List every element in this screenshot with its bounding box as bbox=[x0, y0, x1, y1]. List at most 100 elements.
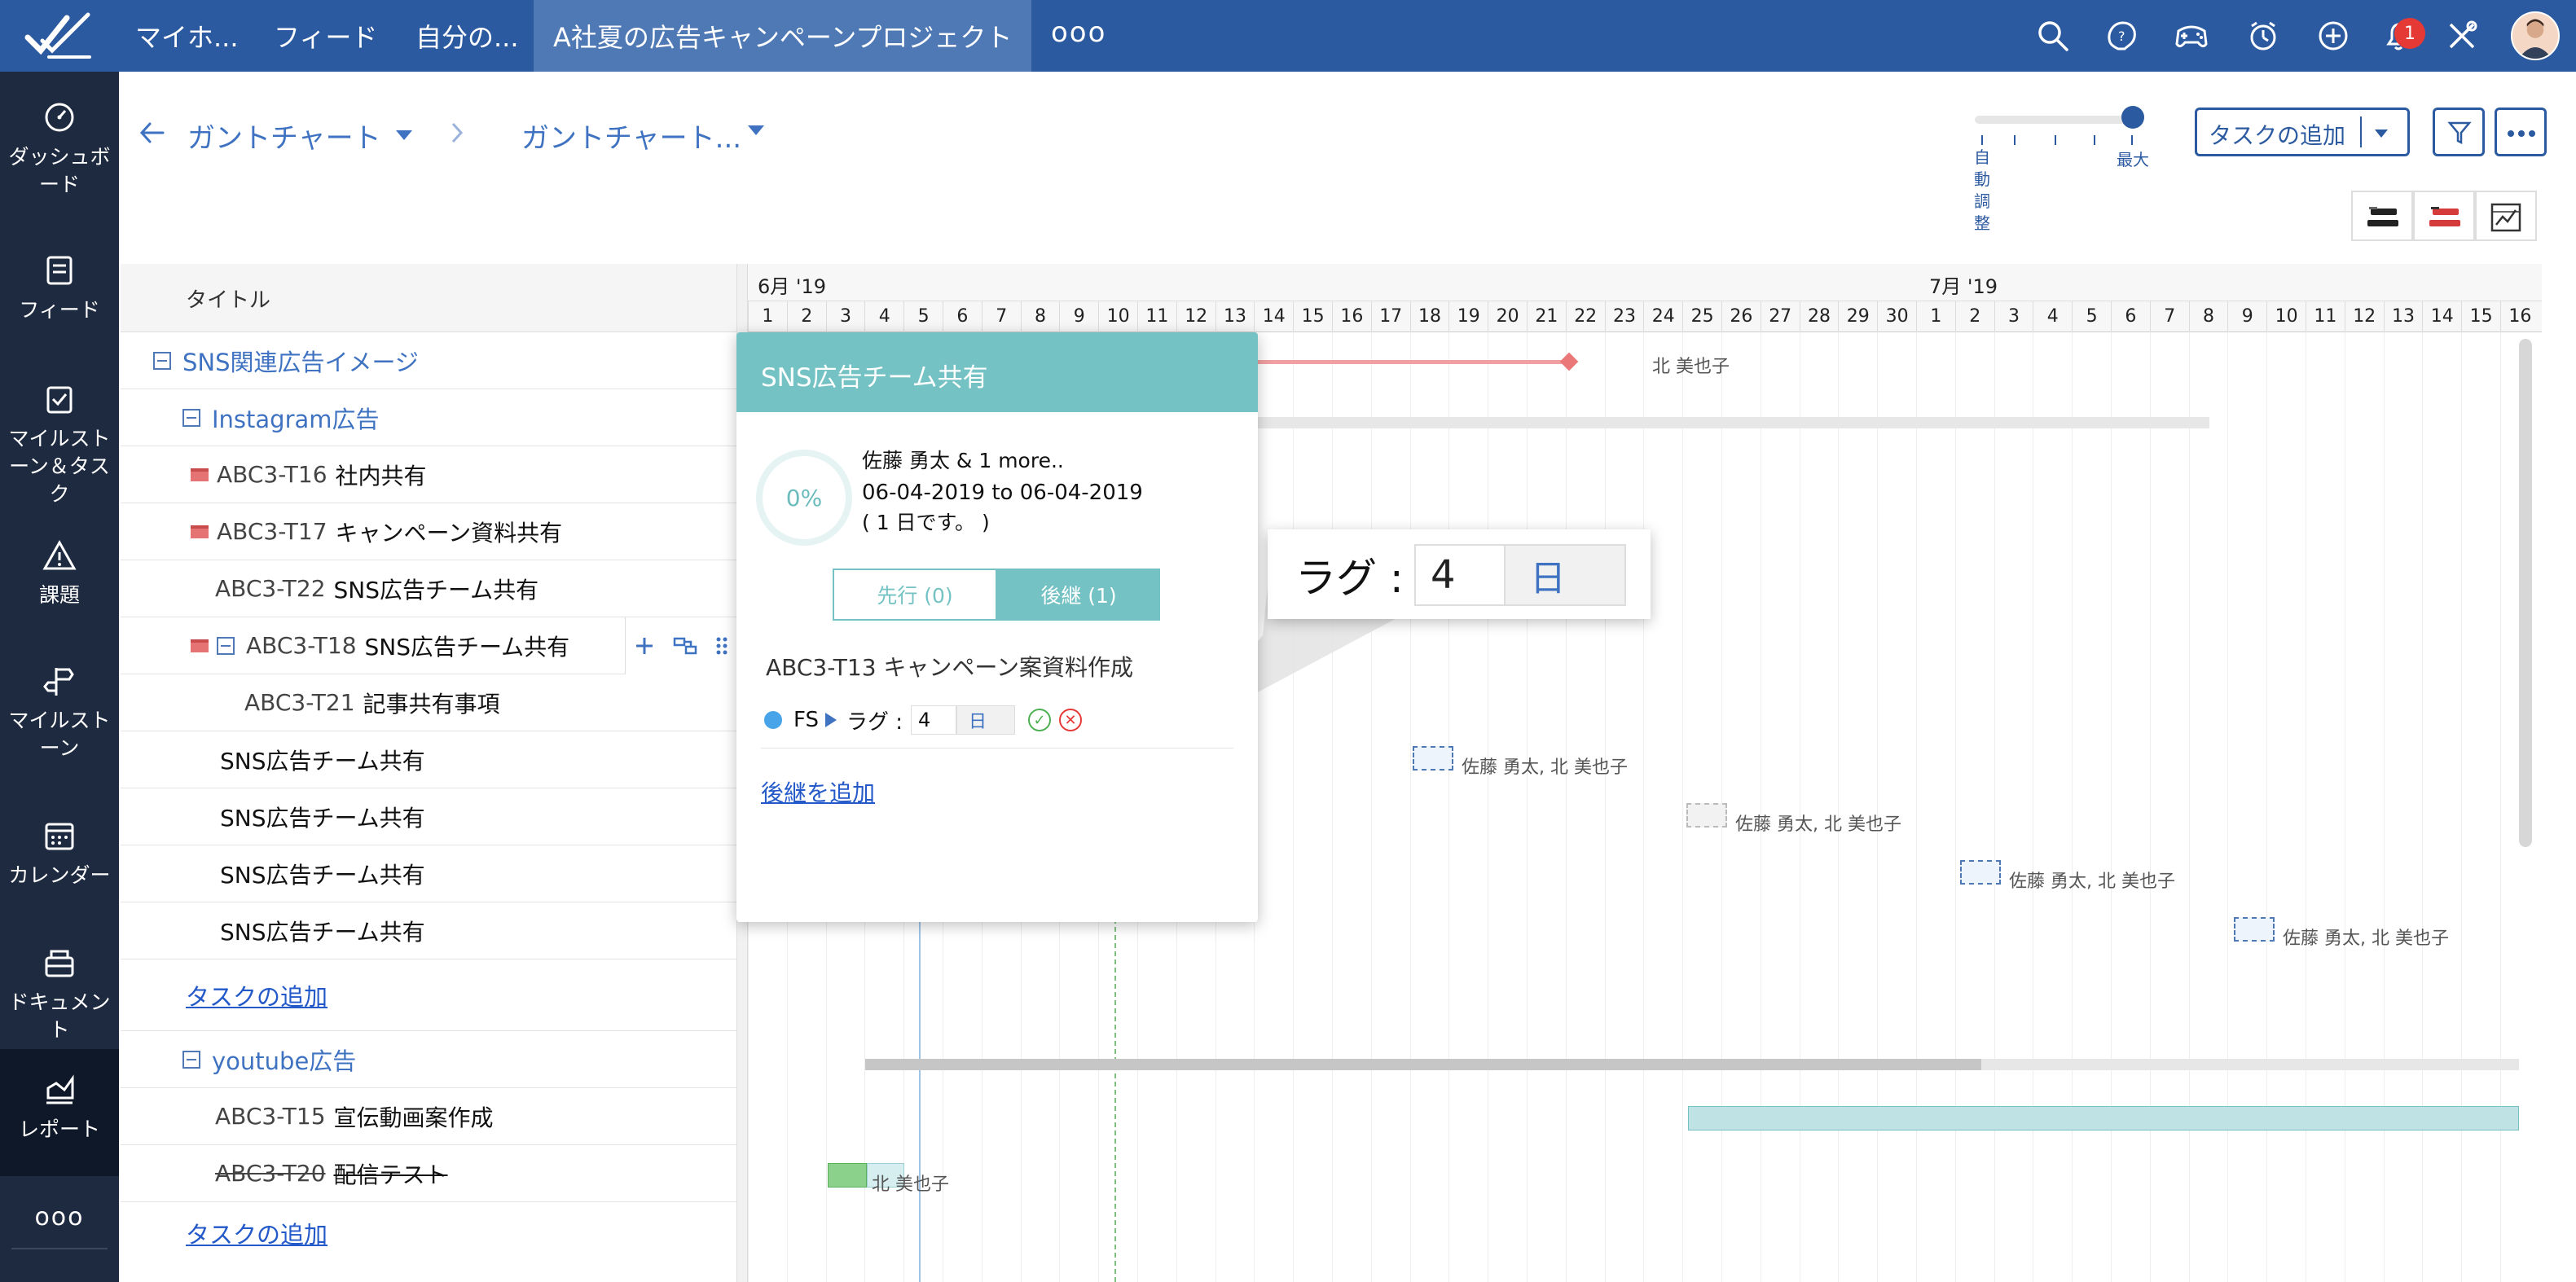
zoom-slider-handle[interactable] bbox=[2121, 106, 2144, 129]
task-name[interactable]: キャンペーン資料共有 bbox=[336, 516, 563, 548]
app-logo-icon[interactable] bbox=[24, 10, 95, 62]
add-task-link[interactable]: タスクの追加 bbox=[186, 978, 327, 1012]
month-label-june: 6月 '19 bbox=[758, 275, 827, 298]
breadcrumb-dropdown-icon[interactable] bbox=[396, 130, 412, 140]
nav-feed[interactable]: フィード bbox=[274, 0, 377, 72]
table-row[interactable]: SNS広告チーム共有 bbox=[121, 902, 736, 959]
group-name: youtube広告 bbox=[212, 1047, 357, 1075]
add-subtask-icon[interactable] bbox=[634, 635, 655, 656]
add-task-dropdown-icon[interactable] bbox=[2375, 130, 2388, 138]
table-row[interactable]: ABC3-T18 SNS広告チーム共有 bbox=[121, 617, 736, 674]
table-row[interactable]: ABC3-T17 キャンペーン資料共有 bbox=[121, 503, 736, 560]
vertical-scrollbar[interactable] bbox=[2519, 339, 2532, 847]
lag-input[interactable]: 4 bbox=[911, 705, 957, 735]
task-name[interactable]: SNS広告チーム共有 bbox=[220, 858, 425, 890]
task-name[interactable]: 宣伝動画案作成 bbox=[334, 1100, 494, 1133]
view-bars-button[interactable] bbox=[2351, 191, 2413, 241]
timer-icon[interactable] bbox=[2245, 18, 2281, 54]
task-bar-video-plan[interactable] bbox=[1688, 1106, 2519, 1131]
dependency-icon[interactable] bbox=[673, 635, 697, 656]
grid-line bbox=[1448, 332, 1450, 1282]
search-icon[interactable] bbox=[2035, 18, 2071, 54]
zoom-slider-track[interactable] bbox=[1975, 116, 2134, 124]
day-label: 11 bbox=[2306, 301, 2345, 332]
sidebar-more-icon[interactable]: ooo bbox=[0, 1204, 119, 1232]
back-arrow-icon[interactable] bbox=[138, 121, 166, 145]
list-item-group[interactable]: SNS関連広告イメージ bbox=[121, 332, 736, 389]
task-id: ABC3-T20 bbox=[215, 1160, 326, 1187]
task-name[interactable]: SNS広告チーム共有 bbox=[220, 915, 425, 947]
collapse-icon[interactable] bbox=[182, 408, 200, 427]
table-row[interactable]: ABC3-T22 SNS広告チーム共有 bbox=[121, 560, 736, 617]
nav-my-home[interactable]: マイホ... bbox=[135, 0, 239, 72]
task-bar-placeholder[interactable] bbox=[1960, 860, 2001, 885]
task-name[interactable]: SNS広告チーム共有 bbox=[365, 630, 570, 662]
lag-unit-select[interactable]: 日 bbox=[956, 705, 1016, 735]
task-bar-placeholder[interactable] bbox=[2234, 917, 2275, 942]
more-options-button[interactable] bbox=[2495, 108, 2547, 156]
task-name[interactable]: SNS広告チーム共有 bbox=[334, 573, 539, 605]
task-bar-delivery-test[interactable] bbox=[828, 1163, 867, 1188]
task-bar-placeholder[interactable] bbox=[1413, 746, 1453, 771]
table-row[interactable]: SNS広告チーム共有 bbox=[121, 788, 736, 845]
add-icon[interactable] bbox=[2315, 18, 2351, 54]
zoom-auto-label: 自動調整 bbox=[1974, 147, 1990, 233]
sidebar-item-calendar[interactable]: カレンダー bbox=[0, 818, 119, 889]
tab-successor[interactable]: 後継 (1) bbox=[997, 569, 1160, 621]
dependency-type-dropdown-icon[interactable] bbox=[825, 713, 837, 727]
sidebar-divider bbox=[11, 1248, 108, 1249]
sidebar-item-issue[interactable]: 課題 bbox=[0, 538, 119, 609]
task-name[interactable]: SNS広告チーム共有 bbox=[220, 801, 425, 833]
filter-button[interactable] bbox=[2433, 108, 2485, 156]
nav-my-work[interactable]: 自分の... bbox=[415, 0, 519, 72]
add-task-link[interactable]: タスクの追加 bbox=[186, 1216, 327, 1250]
task-name[interactable]: 配信テスト bbox=[334, 1157, 448, 1190]
task-name[interactable]: 記事共有事項 bbox=[363, 687, 500, 719]
table-row[interactable]: SNS広告チーム共有 bbox=[121, 845, 736, 902]
list-item-group[interactable]: Instagram広告 bbox=[121, 389, 736, 446]
successor-task-name[interactable]: ABC3-T13 キャンペーン案資料作成 bbox=[766, 650, 1133, 683]
milestone-diamond[interactable] bbox=[1559, 352, 1579, 371]
sidebar-item-milestone[interactable]: マイルストーン bbox=[0, 663, 119, 762]
task-bar-sns-group[interactable] bbox=[1237, 360, 1571, 364]
view-baseline-button[interactable] bbox=[2475, 191, 2537, 241]
tools-icon[interactable] bbox=[2444, 18, 2480, 54]
grid-line bbox=[1604, 332, 1606, 1282]
confirm-check-icon[interactable]: ✓ bbox=[1028, 709, 1052, 731]
sidebar-item-dashboard[interactable]: ダッシュボード bbox=[0, 99, 119, 199]
table-row[interactable]: SNS広告チーム共有 bbox=[121, 731, 736, 788]
breadcrumb-gantt-view[interactable]: ガントチャート... bbox=[521, 116, 741, 156]
user-avatar[interactable] bbox=[2511, 11, 2560, 60]
zoom-tick bbox=[1981, 135, 1983, 145]
sidebar-item-report[interactable]: レポート bbox=[0, 1049, 119, 1176]
breadcrumb-gantt[interactable]: ガントチャート bbox=[187, 116, 381, 156]
popup-owners[interactable]: 佐藤 勇太 & 1 more.. bbox=[862, 445, 1064, 474]
drag-handle-icon[interactable] bbox=[715, 635, 728, 656]
task-name[interactable]: SNS広告チーム共有 bbox=[220, 744, 425, 776]
tab-predecessor[interactable]: 先行 (0) bbox=[833, 569, 997, 621]
help-icon[interactable]: ? bbox=[2103, 18, 2139, 54]
sidebar-item-document[interactable]: ドキュメント bbox=[0, 945, 119, 1044]
critical-path-icon bbox=[2429, 207, 2460, 226]
sidebar-item-milestone-task[interactable]: マイルストーン＆タスク bbox=[0, 381, 119, 508]
table-row[interactable]: ABC3-T21 記事共有事項 bbox=[121, 674, 736, 731]
task-name[interactable]: 社内共有 bbox=[336, 459, 427, 491]
table-row[interactable]: ABC3-T20 配信テスト bbox=[121, 1145, 736, 1202]
group-bar-instagram[interactable] bbox=[1237, 417, 2209, 428]
list-item-group[interactable]: youtube広告 bbox=[121, 1031, 736, 1088]
sidebar-item-feed[interactable]: フィード bbox=[0, 252, 119, 324]
collapse-icon[interactable] bbox=[153, 351, 171, 370]
collapse-icon[interactable] bbox=[217, 636, 235, 655]
nav-project-tab[interactable]: A社夏の広告キャンペーンプロジェクト bbox=[534, 0, 1032, 72]
collapse-icon[interactable] bbox=[182, 1050, 200, 1069]
table-row[interactable]: ABC3-T16 社内共有 bbox=[121, 446, 736, 503]
add-successor-link[interactable]: 後継を追加 bbox=[761, 775, 875, 808]
view-critical-button[interactable] bbox=[2413, 191, 2475, 241]
view-dropdown-icon[interactable] bbox=[748, 125, 764, 135]
add-task-button[interactable]: タスクの追加 bbox=[2195, 108, 2410, 156]
nav-more-icon[interactable]: ooo bbox=[1051, 0, 1106, 68]
task-bar-placeholder[interactable] bbox=[1686, 803, 1727, 828]
table-row[interactable]: ABC3-T15 宣伝動画案作成 bbox=[121, 1088, 736, 1145]
game-icon[interactable] bbox=[2174, 18, 2209, 54]
cancel-x-icon[interactable]: ✕ bbox=[1059, 709, 1083, 731]
